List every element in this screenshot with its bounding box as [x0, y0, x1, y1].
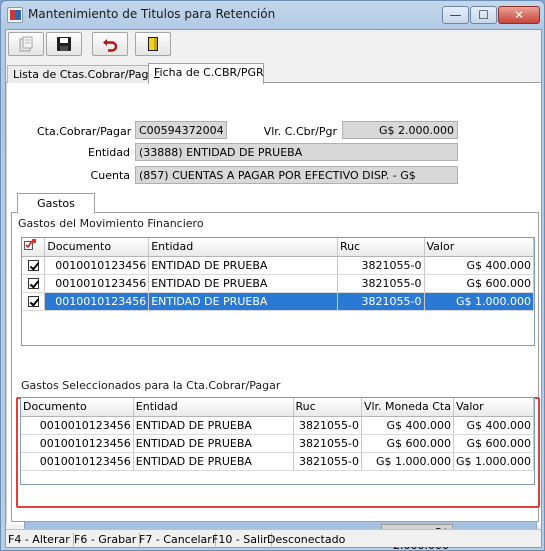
tab-lista-ctas-label: Lista de Ctas.Cobrar/Pagar [13, 68, 160, 81]
save-icon [57, 37, 71, 51]
app-window: Mantenimiento de Titulos para Retención … [0, 0, 545, 551]
tab-ficha-label: icha de C.CBR/PGR [159, 66, 264, 79]
cell-vlr-moneda: G$ 400.000 [361, 416, 454, 435]
cell-entidad: ENTIDAD DE PRUEBA [148, 274, 338, 293]
cta-field[interactable]: C00594372004 [135, 121, 227, 139]
gastos-header-row: Documento Entidad Ruc Valor [22, 238, 534, 257]
status-cancelar: F7 - Cancelar [139, 533, 216, 546]
select-all-header[interactable] [22, 238, 46, 257]
vlr-label: Vlr. C.Cbr/Pgr [263, 125, 337, 138]
seleccionados-grid: Documento Entidad Ruc Vlr. Moneda Cta Va… [20, 397, 535, 485]
checkbox-checked-icon [27, 296, 39, 307]
col-entidad[interactable]: Entidad [148, 238, 338, 257]
connection-status: Desconectado [267, 533, 346, 546]
cell-documento: 0010010123456 [21, 416, 134, 435]
gastos-grid-title: Gastos del Movimiento Financiero [18, 217, 204, 230]
main-tabs: Lista de Ctas.Cobrar/Pagar Ficha de C.CB… [6, 63, 541, 84]
cuenta-label: Cuenta [90, 169, 130, 182]
status-bar: F4 - Alterar F6 - Grabar F7 - Cancelar F… [6, 529, 541, 547]
cell-valor: G$ 400.000 [424, 256, 534, 275]
cuenta-field[interactable]: (857) CUENTAS A PAGAR POR EFECTIVO DISP.… [135, 166, 458, 184]
cell-ruc: 3821055-0 [337, 256, 425, 275]
exit-button[interactable] [135, 32, 171, 56]
minimize-button[interactable]: — [442, 6, 469, 24]
gastos-table: Documento Entidad Ruc Valor 001001012345… [22, 238, 534, 311]
col-entidad[interactable]: Entidad [133, 398, 294, 417]
seleccionados-header-row: Documento Entidad Ruc Vlr. Moneda Cta Va… [21, 398, 534, 417]
table-row[interactable]: 0010010123456 ENTIDAD DE PRUEBA 3821055-… [21, 416, 534, 435]
client-area: Lista de Ctas.Cobrar/Pagar Ficha de C.CB… [5, 29, 542, 550]
tab-gastos-label: Gastos [37, 197, 75, 210]
col-documento[interactable]: Documento [21, 398, 134, 417]
disabled-document-icon [19, 36, 33, 52]
col-ruc[interactable]: Ruc [337, 238, 425, 257]
entidad-label: Entidad [88, 146, 130, 159]
cell-entidad: ENTIDAD DE PRUEBA [133, 416, 294, 435]
cell-documento: 0010010123456 [21, 434, 134, 453]
maximize-button[interactable]: ☐ [470, 6, 497, 24]
seleccionados-table: Documento Entidad Ruc Vlr. Moneda Cta Va… [21, 398, 534, 471]
tab-lista-ctas[interactable]: Lista de Ctas.Cobrar/Pagar [7, 65, 160, 83]
table-row-selected[interactable]: 0010010123456 ENTIDAD DE PRUEBA 3821055-… [22, 292, 534, 311]
cell-entidad: ENTIDAD DE PRUEBA [148, 256, 338, 275]
row-checkbox[interactable] [22, 256, 46, 275]
cell-documento: 0010010123456 [44, 256, 150, 275]
status-grabar: F6 - Grabar [74, 533, 141, 546]
cta-label: Cta.Cobrar/Pagar [37, 125, 132, 138]
ficha-page: Cta.Cobrar/Pagar C00594372004 Vlr. C.Cbr… [6, 83, 541, 550]
document-button[interactable] [8, 32, 44, 56]
col-ruc[interactable]: Ruc [293, 398, 362, 417]
vlr-field[interactable]: G$ 2.000.000 [342, 121, 458, 139]
tab-ficha[interactable]: Ficha de C.CBR/PGR [148, 63, 264, 84]
row-checkbox[interactable] [22, 292, 46, 311]
checkbox-checked-icon [27, 278, 39, 289]
gastos-grid: Documento Entidad Ruc Valor 001001012345… [21, 237, 535, 346]
cell-ruc: 3821055-0 [293, 416, 362, 435]
cell-ruc: 3821055-0 [337, 274, 425, 293]
status-salir: F10 - Salir [212, 533, 272, 546]
save-button[interactable] [46, 32, 82, 56]
row-checkbox[interactable] [22, 274, 46, 293]
table-row[interactable]: 0010010123456 ENTIDAD DE PRUEBA 3821055-… [21, 452, 534, 471]
col-valor[interactable]: Valor [424, 238, 534, 257]
col-valor[interactable]: Valor [453, 398, 534, 417]
toolbar [6, 30, 541, 60]
tab-gastos[interactable]: Gastos [17, 193, 95, 213]
table-row[interactable]: 0010010123456 ENTIDAD DE PRUEBA 3821055-… [22, 256, 534, 275]
checkbox-checked-icon [27, 260, 39, 271]
cell-entidad: ENTIDAD DE PRUEBA [133, 434, 294, 453]
cell-ruc: 3821055-0 [337, 292, 425, 311]
title-bar: Mantenimiento de Titulos para Retención … [1, 1, 544, 29]
entidad-field[interactable]: (33888) ENTIDAD DE PRUEBA [135, 143, 458, 161]
col-documento[interactable]: Documento [44, 238, 150, 257]
cell-valor: G$ 1.000.000 [424, 292, 534, 311]
cell-documento: 0010010123456 [44, 274, 150, 293]
app-icon [7, 7, 23, 23]
cell-entidad: ENTIDAD DE PRUEBA [148, 292, 338, 311]
cell-ruc: 3821055-0 [293, 452, 362, 471]
cell-valor: G$ 600.000 [424, 274, 534, 293]
col-vlr-moneda[interactable]: Vlr. Moneda Cta [361, 398, 454, 417]
window-title: Mantenimiento de Titulos para Retención [28, 7, 276, 21]
cell-valor: G$ 1.000.000 [453, 452, 534, 471]
cell-vlr-moneda: G$ 1.000.000 [361, 452, 454, 471]
cell-ruc: 3821055-0 [293, 434, 362, 453]
table-row[interactable]: 0010010123456 ENTIDAD DE PRUEBA 3821055-… [22, 274, 534, 293]
cell-vlr-moneda: G$ 600.000 [361, 434, 454, 453]
status-alterar: F4 - Alterar [8, 533, 74, 546]
undo-icon [103, 39, 118, 52]
cell-valor: G$ 400.000 [453, 416, 534, 435]
cell-entidad: ENTIDAD DE PRUEBA [133, 452, 294, 471]
close-button[interactable]: ✕ [498, 6, 540, 24]
seleccionados-grid-title: Gastos Seleccionados para la Cta.Cobrar/… [21, 379, 281, 392]
checkbox-header-icon [24, 239, 36, 251]
cell-documento: 0010010123456 [21, 452, 134, 471]
undo-button[interactable] [92, 32, 128, 56]
cell-documento: 0010010123456 [44, 292, 150, 311]
cell-valor: G$ 600.000 [453, 434, 534, 453]
table-row[interactable]: 0010010123456 ENTIDAD DE PRUEBA 3821055-… [21, 434, 534, 453]
exit-door-icon [148, 37, 158, 51]
